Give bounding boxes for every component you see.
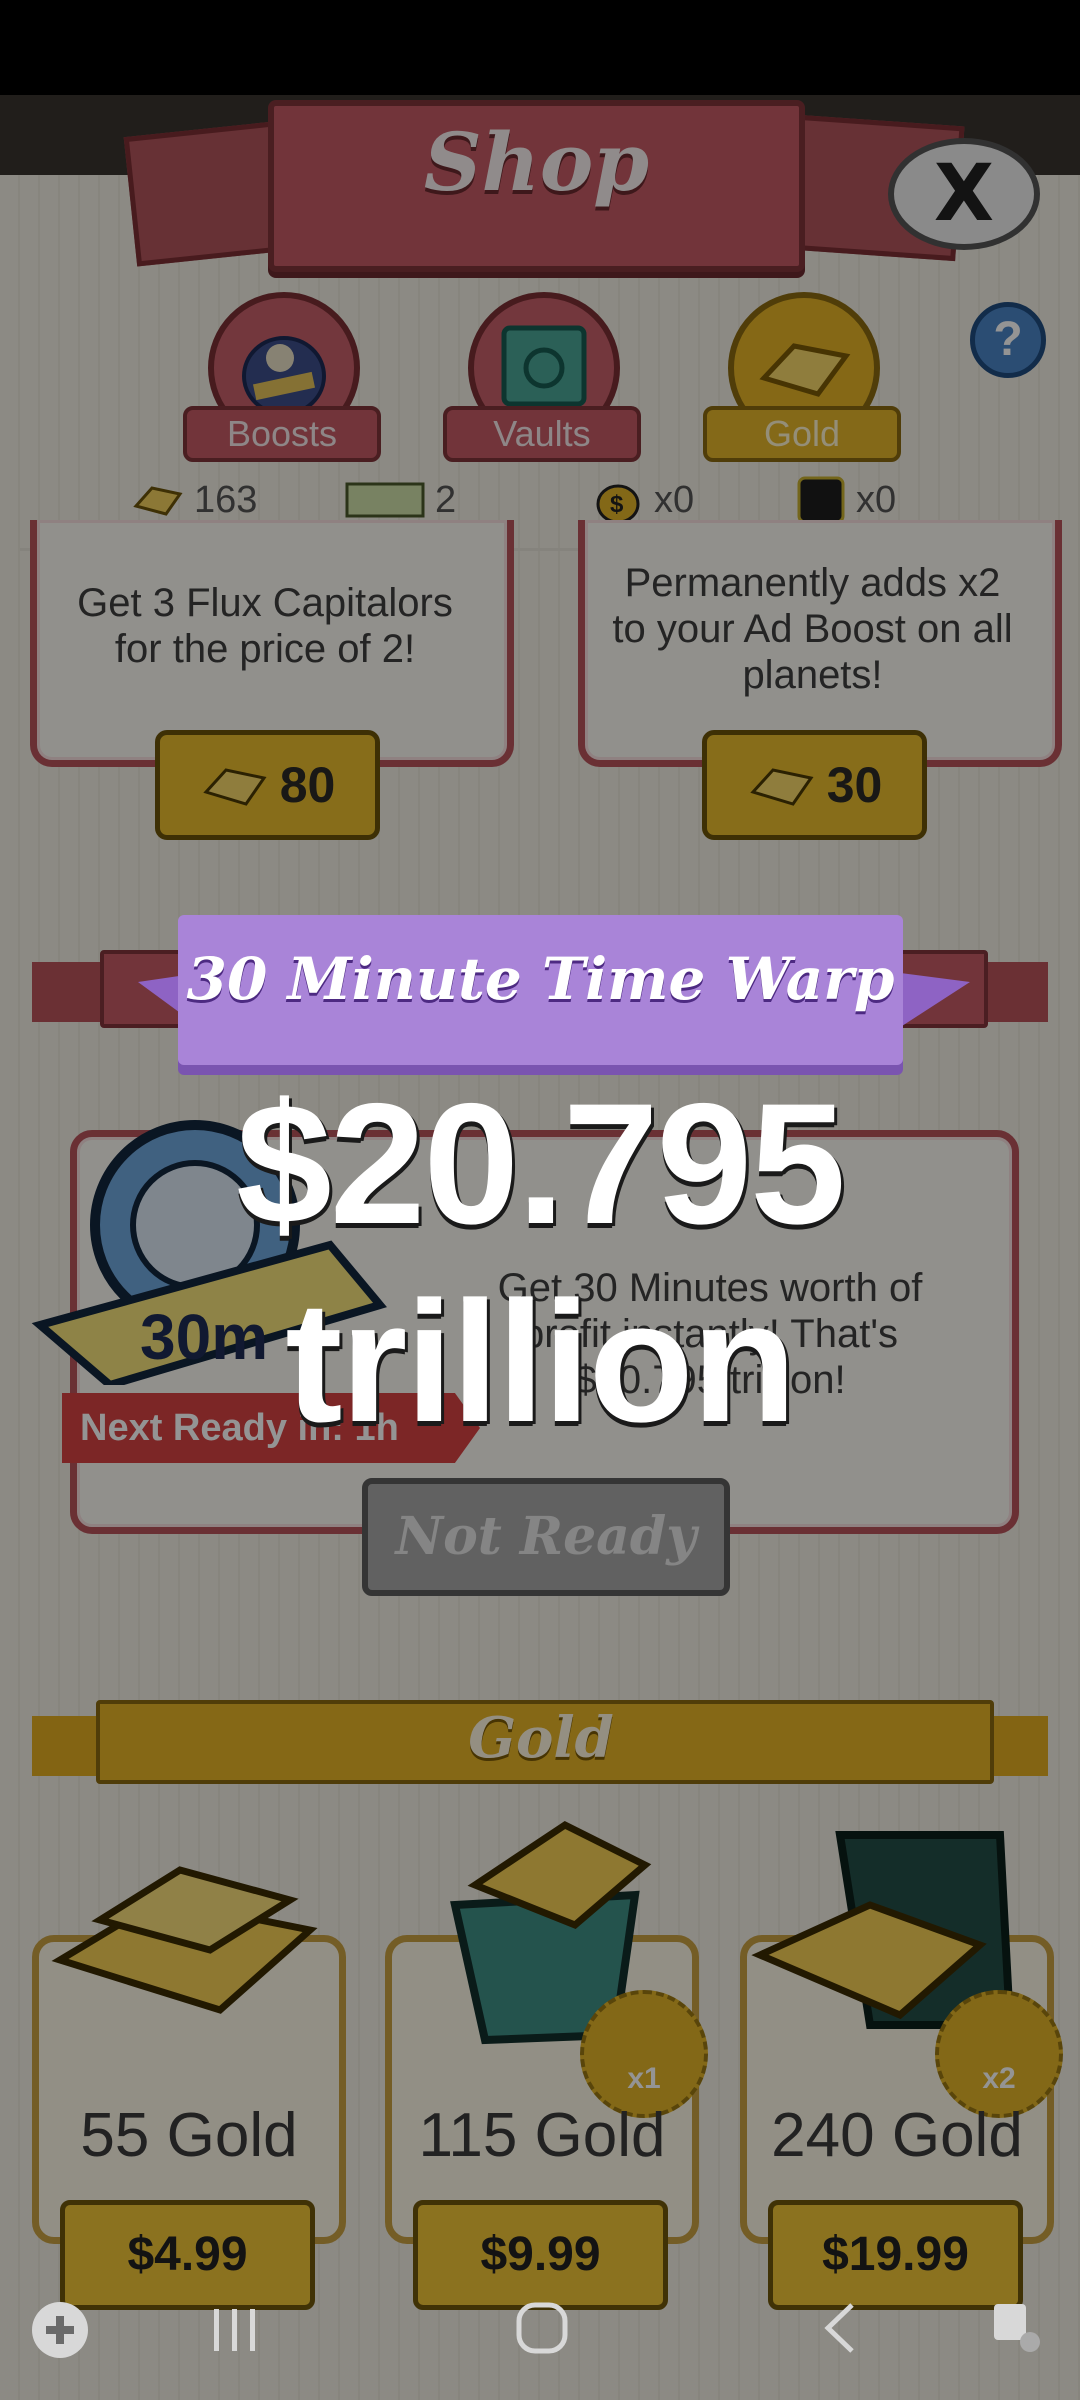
popup-title: 30 Minute Time Warp [186, 945, 895, 1013]
touch-icon [994, 2304, 1040, 2352]
gamepad-icon [32, 2302, 88, 2358]
home-icon [516, 2302, 568, 2354]
popup-amount: $20.795 trillion [236, 1068, 846, 1458]
recent-apps-icon [214, 2309, 255, 2351]
recent-apps-button[interactable] [210, 2300, 260, 2369]
navigation-bar [0, 2280, 1080, 2400]
back-chevron-icon [824, 2303, 854, 2353]
back-button[interactable] [820, 2300, 860, 2369]
game-tools-button[interactable] [30, 2300, 90, 2374]
accessibility-button[interactable] [990, 2300, 1046, 2370]
home-button[interactable] [515, 2300, 569, 2369]
